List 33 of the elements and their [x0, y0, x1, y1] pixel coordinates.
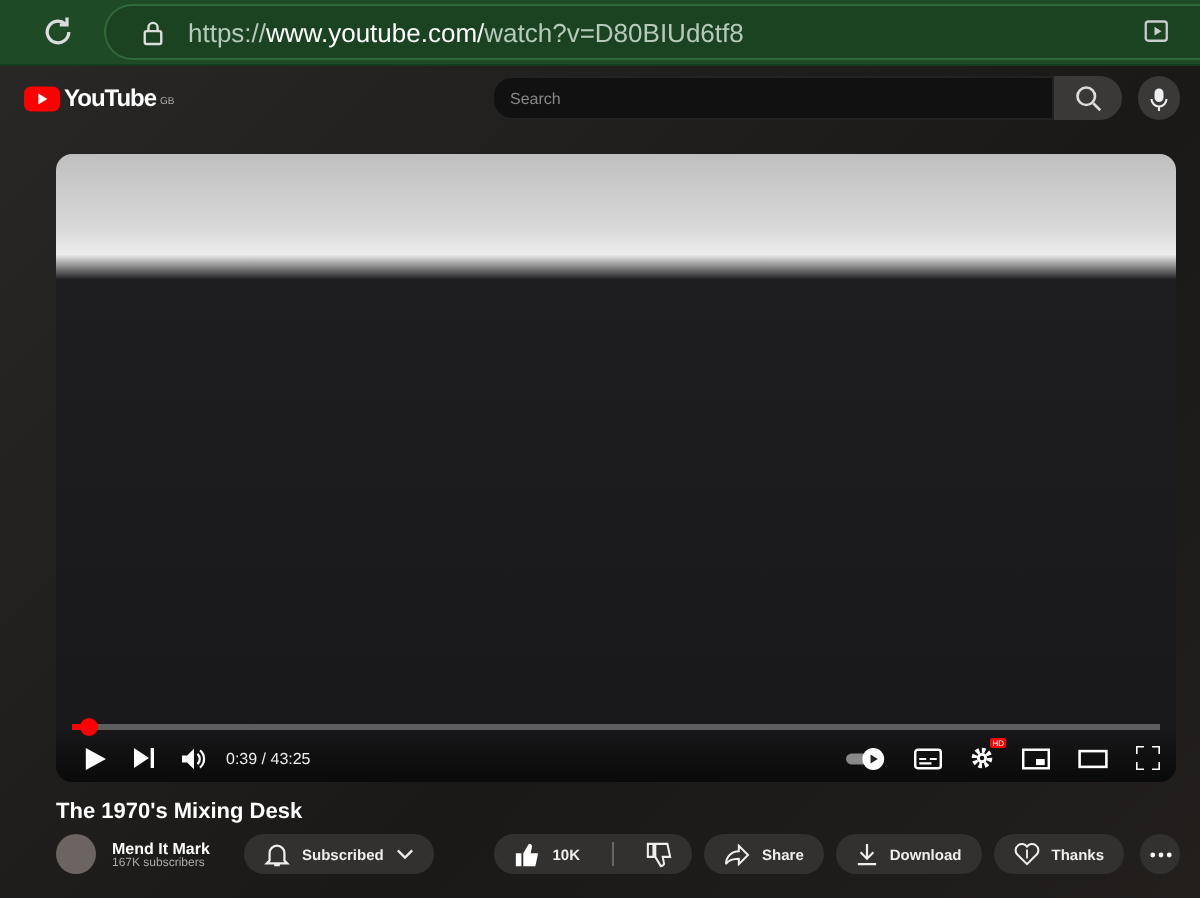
time-display: 0:39 / 43:25: [226, 749, 311, 767]
download-icon: [855, 843, 878, 865]
autoplay-toggle-icon[interactable]: [846, 747, 886, 769]
theater-mode-icon[interactable]: [1078, 747, 1108, 769]
more-button[interactable]: [1140, 834, 1180, 874]
microphone-button[interactable]: [1137, 76, 1180, 120]
channel-name[interactable]: Mend It Mark: [112, 839, 228, 857]
thumbs-down-icon: [646, 841, 673, 867]
chevron-down-icon: [395, 848, 414, 860]
logo-text[interactable]: YouTube: [64, 84, 157, 112]
search-field[interactable]: Search: [492, 76, 1055, 120]
miniplayer-icon[interactable]: [1022, 747, 1050, 769]
next-icon[interactable]: [134, 748, 154, 768]
app-icon[interactable]: [1144, 18, 1172, 46]
share-arrow-icon: [724, 843, 751, 865]
reload-icon[interactable]: [40, 14, 76, 50]
lock-icon: [142, 19, 164, 45]
search-button[interactable]: [1054, 76, 1122, 120]
address-bar[interactable]: https://www.youtube.com/watch?v=D80BIUd6tf8: [104, 4, 1200, 60]
thumbs-up-icon: [514, 841, 541, 867]
url-text: https://www.youtube.com/watch?v=D80BIUd6tf8: [188, 17, 744, 47]
search-icon: [1073, 84, 1102, 112]
microphone-icon: [1149, 85, 1168, 111]
bell-icon: [264, 841, 290, 867]
video-title: The 1970's Mixing Desk: [56, 800, 305, 824]
subtitles-icon[interactable]: [914, 747, 942, 769]
play-logo-icon[interactable]: [24, 85, 60, 111]
settings-icon[interactable]: [970, 746, 994, 770]
play-icon[interactable]: [84, 747, 106, 769]
volume-icon[interactable]: [182, 747, 206, 769]
fullscreen-icon[interactable]: [1136, 746, 1160, 770]
channel-avatar[interactable]: [56, 834, 96, 874]
more-icon: [1149, 851, 1171, 857]
